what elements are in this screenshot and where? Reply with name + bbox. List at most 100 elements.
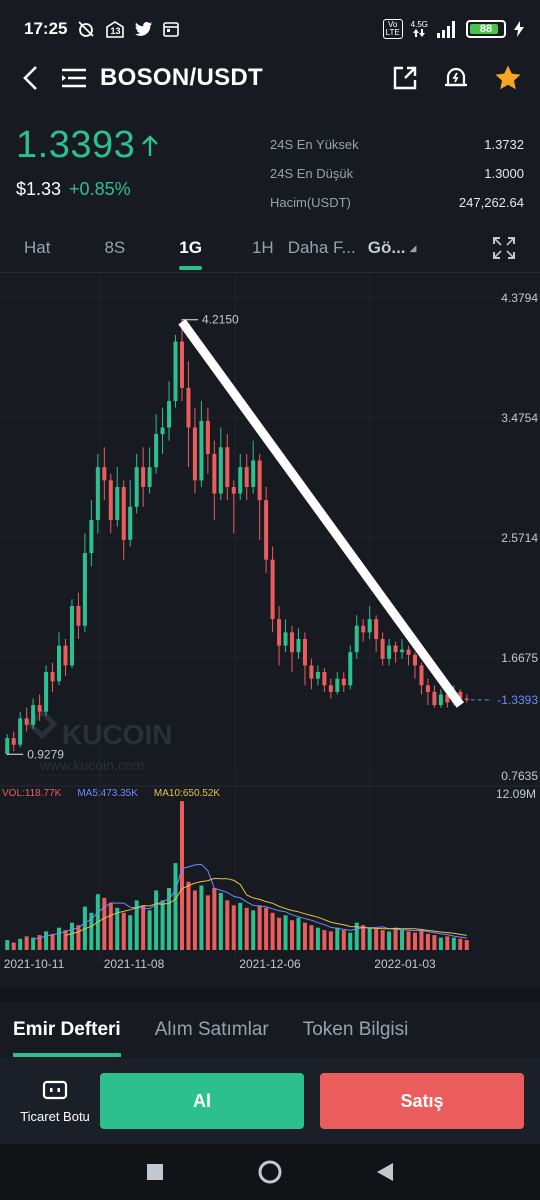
last-price: 1.3393 <box>16 124 136 166</box>
candle-16 <box>108 480 113 521</box>
y-tick-label-1: 3.4754 <box>501 411 538 425</box>
back-arrow-icon[interactable] <box>18 64 42 92</box>
candle-5 <box>37 705 42 712</box>
notification-badge-count: 13 <box>110 26 121 36</box>
system-nav-bar <box>0 1144 540 1200</box>
data-arrows-icon <box>413 29 426 37</box>
tab-8h[interactable]: 8S <box>92 228 137 268</box>
x-tick-label-1: 2021-11-08 <box>104 957 165 971</box>
volume-bar-3 <box>24 936 29 950</box>
candle-26 <box>173 341 178 402</box>
battery-level: 88 <box>479 23 493 35</box>
volume-bar-37 <box>244 907 249 950</box>
volume-bar-59 <box>387 931 392 950</box>
volume-bar-71 <box>464 940 469 950</box>
volume-bar-67 <box>438 937 443 950</box>
share-icon[interactable] <box>392 65 418 91</box>
candle-52 <box>341 678 346 686</box>
candle-14 <box>95 467 100 521</box>
charging-icon <box>514 21 524 37</box>
candle-54 <box>354 625 359 653</box>
tab-token-info[interactable]: Token Bilgisi <box>303 1005 409 1055</box>
candle-57 <box>374 619 379 639</box>
volume-bar-15 <box>102 897 107 950</box>
volume-bar-24 <box>160 900 165 950</box>
volume-bar-48 <box>315 927 320 950</box>
volume-bar-47 <box>309 925 314 950</box>
candle-24 <box>160 427 165 435</box>
tab-1d[interactable]: 1G <box>167 228 214 270</box>
status-system-icons: Vo LTE 4.5G 88 <box>382 19 524 39</box>
volume-bar-43 <box>283 915 288 950</box>
back-nav-icon[interactable] <box>376 1162 394 1182</box>
caret-down-icon: ◢ <box>409 242 417 253</box>
network-indicator: 4.5G <box>411 21 428 37</box>
y-tick-label-3: 1.6675 <box>501 651 538 665</box>
tab-order-book[interactable]: Emir Defteri <box>13 1005 121 1057</box>
candle-9 <box>63 645 68 666</box>
volume-bar-4 <box>31 937 36 950</box>
candle-37 <box>244 467 249 487</box>
tab-line[interactable]: Hat <box>12 228 62 268</box>
candle-36 <box>238 467 243 494</box>
fullscreen-icon[interactable] <box>492 236 516 260</box>
candle-43 <box>283 632 288 646</box>
signal-icon <box>437 21 455 38</box>
volume-bar-40 <box>264 907 269 950</box>
candle-18 <box>121 486 126 540</box>
trading-bot-button[interactable]: Ticaret Botu <box>10 1079 100 1124</box>
candle-3 <box>24 718 29 725</box>
volume-bar-22 <box>147 910 152 950</box>
candle-30 <box>199 420 204 481</box>
section-band <box>0 988 540 1002</box>
recent-apps-icon[interactable] <box>146 1163 164 1181</box>
volume-bar-0 <box>5 940 10 950</box>
price-change: +0.85% <box>69 179 131 199</box>
candle-0 <box>5 738 10 754</box>
low-marker-label: 0.9279 <box>27 747 64 761</box>
section-tabs: Emir Defteri Alım Satımlar Token Bilgisi <box>0 1004 540 1057</box>
tab-indicators[interactable]: Gö... ◢ <box>368 228 429 268</box>
buy-button[interactable]: Al <box>100 1073 304 1129</box>
timeframe-tabs: Hat 8S 1G 1H Daha F... Gö... ◢ <box>0 226 540 270</box>
volume-bar-21 <box>141 905 146 950</box>
price-block: 1.3393 $1.33 +0.85% <box>16 124 236 200</box>
candlestick-chart[interactable]: KUCOIN www.kucoin.com 4.3794 3.4754 2.5714… <box>0 272 540 988</box>
market-stats: 24S En Yüksek 1.3732 24S En Düşük 1.3000… <box>270 130 524 217</box>
candle-65 <box>425 685 430 692</box>
candle-4 <box>31 705 36 725</box>
favorite-star-icon[interactable] <box>494 64 522 92</box>
candle-67 <box>438 694 443 706</box>
price-alert-bell-icon[interactable] <box>442 64 470 92</box>
candle-60 <box>393 645 398 653</box>
battery-icon: 88 <box>466 20 506 38</box>
volume-bar-27 <box>179 801 184 950</box>
status-time: 17:25 <box>24 19 68 38</box>
candle-25 <box>167 401 172 428</box>
candle-12 <box>82 553 87 626</box>
volume-bar-60 <box>393 927 398 950</box>
candle-6 <box>44 672 49 712</box>
pair-title[interactable]: BOSON/USDT <box>100 64 263 92</box>
volume-bar-26 <box>173 863 178 950</box>
sell-button[interactable]: Satış <box>320 1073 524 1129</box>
high-marker-label: 4.2150 <box>202 313 239 327</box>
tab-more[interactable]: Daha F... <box>286 228 368 268</box>
tab-1w[interactable]: 1H <box>240 228 286 268</box>
volume-bar-7 <box>50 933 55 950</box>
tab-trades[interactable]: Alım Satımlar <box>155 1005 269 1055</box>
volume-bar-30 <box>199 885 204 950</box>
status-bar: 17:25 13 Vo LTE 4.5G 88 <box>0 0 540 58</box>
home-icon[interactable] <box>257 1159 283 1185</box>
volume-bar-29 <box>192 890 197 950</box>
candle-49 <box>322 672 327 686</box>
volume-bar-50 <box>328 931 333 950</box>
candle-20 <box>134 467 139 507</box>
volume-bar-38 <box>251 910 256 950</box>
candle-46 <box>302 638 307 666</box>
candle-34 <box>225 447 230 487</box>
menu-list-icon[interactable] <box>60 66 88 90</box>
volume-max-label: 12.09M <box>495 787 536 801</box>
volume-bar-8 <box>57 927 62 950</box>
volume-bar-23 <box>154 890 159 950</box>
